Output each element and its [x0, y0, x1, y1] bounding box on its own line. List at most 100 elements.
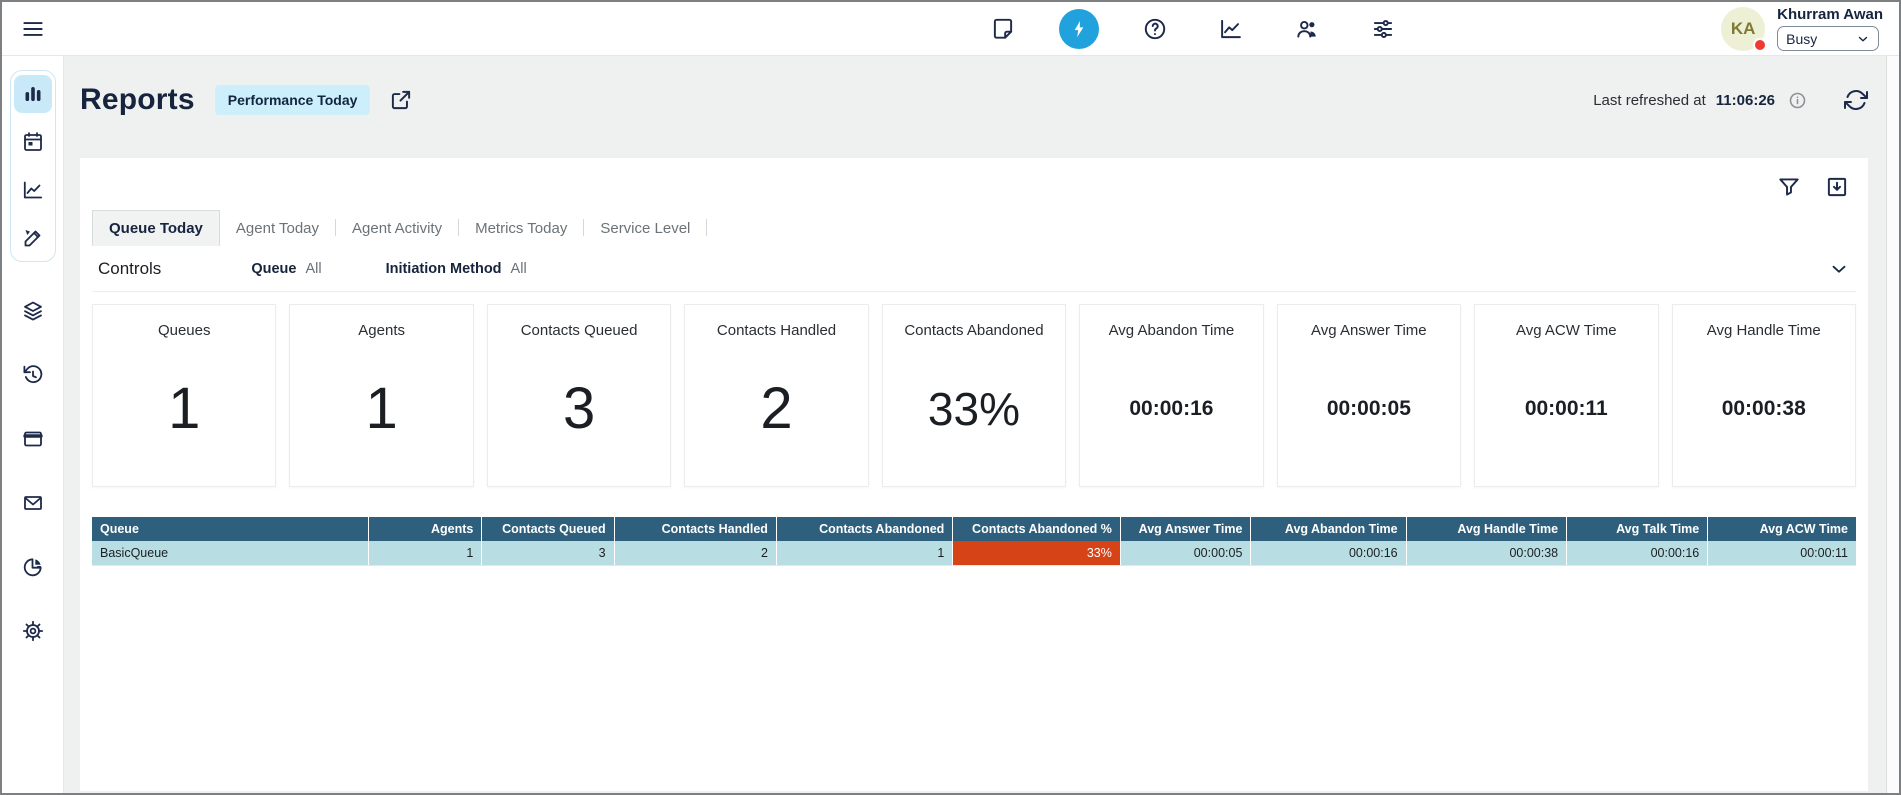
sliders-icon[interactable] [1363, 9, 1403, 49]
tab-separator [706, 219, 707, 236]
cell-avg-acw-time: 00:00:11 [1708, 541, 1856, 566]
layers-icon[interactable] [14, 292, 52, 330]
cell-avg-abandon-time: 00:00:16 [1251, 541, 1406, 566]
card-label: Avg Answer Time [1311, 322, 1427, 339]
edit-icon[interactable] [14, 219, 52, 257]
cell-contacts-abandoned: 1 [776, 541, 952, 566]
tab-label: Metrics Today [475, 220, 567, 237]
col-avg-abandon-time[interactable]: Avg Abandon Time [1251, 517, 1406, 541]
filter-value: All [511, 261, 527, 277]
initiation-method-filter[interactable]: Initiation Method All [386, 261, 527, 277]
tab-service-level[interactable]: Service Level [584, 211, 706, 246]
presence-dot [1753, 38, 1767, 52]
filter-label: Initiation Method [386, 261, 502, 277]
page-header: Reports Performance Today Last refreshed… [80, 72, 1868, 128]
metric-card-contacts-abandoned: Contacts Abandoned 33% [882, 304, 1066, 487]
metric-card-avg-abandon-time: Avg Abandon Time 00:00:16 [1079, 304, 1263, 487]
cell-agents: 1 [369, 541, 482, 566]
line-chart-icon[interactable] [14, 171, 52, 209]
topbar-icon-group [983, 9, 1403, 49]
tab-agent-today[interactable]: Agent Today [220, 211, 335, 246]
metric-card-avg-handle-time: Avg Handle Time 00:00:38 [1672, 304, 1856, 487]
card-label: Queues [158, 322, 211, 339]
sidebar [2, 56, 64, 793]
status-select[interactable]: Busy [1777, 26, 1879, 51]
col-contacts-abandoned[interactable]: Contacts Abandoned [776, 517, 952, 541]
collapse-chevron-icon[interactable] [1828, 258, 1850, 280]
report-panel: Queue Today Agent Today Agent Activity M… [80, 158, 1868, 791]
tab-metrics-today[interactable]: Metrics Today [459, 211, 583, 246]
cell-avg-handle-time: 00:00:38 [1406, 541, 1567, 566]
status-value: Busy [1786, 31, 1817, 47]
tab-agent-activity[interactable]: Agent Activity [336, 211, 458, 246]
queue-filter[interactable]: Queue All [251, 261, 321, 277]
last-refreshed-time: 11:06:26 [1716, 92, 1775, 109]
external-link-icon[interactable] [388, 87, 414, 113]
card-label: Contacts Abandoned [904, 322, 1043, 339]
col-queue[interactable]: Queue [92, 517, 369, 541]
table-header-row: Queue Agents Contacts Queued Contacts Ha… [92, 517, 1856, 541]
metric-card-agents: Agents 1 [289, 304, 473, 487]
filter-value: All [305, 261, 321, 277]
refresh-icon[interactable] [1844, 88, 1868, 112]
main-area: Reports Performance Today Last refreshed… [2, 56, 1899, 793]
scrollbar[interactable] [1886, 56, 1899, 793]
last-refreshed-label: Last refreshed at [1593, 92, 1706, 109]
user-block: Khurram Awan Busy [1777, 6, 1883, 51]
col-avg-handle-time[interactable]: Avg Handle Time [1406, 517, 1567, 541]
col-contacts-queued[interactable]: Contacts Queued [482, 517, 614, 541]
metric-card-contacts-queued: Contacts Queued 3 [487, 304, 671, 487]
col-contacts-abandoned-pct[interactable]: Contacts Abandoned % [953, 517, 1121, 541]
metric-card-queues: Queues 1 [92, 304, 276, 487]
tab-queue-today[interactable]: Queue Today [92, 210, 220, 246]
metrics-icon[interactable] [1211, 9, 1251, 49]
cell-avg-talk-time: 00:00:16 [1567, 541, 1708, 566]
filter-icon[interactable] [1776, 174, 1802, 200]
page-title: Reports [80, 83, 195, 117]
info-icon[interactable] [1787, 90, 1808, 111]
history-icon[interactable] [14, 356, 52, 394]
card-value: 00:00:16 [1129, 397, 1213, 421]
col-avg-talk-time[interactable]: Avg Talk Time [1567, 517, 1708, 541]
cell-avg-answer-time: 00:00:05 [1120, 541, 1251, 566]
tab-label: Agent Today [236, 220, 319, 237]
col-contacts-handled[interactable]: Contacts Handled [614, 517, 776, 541]
sidebar-lower-group [14, 292, 52, 650]
card-label: Agents [358, 322, 405, 339]
download-icon[interactable] [1824, 174, 1850, 200]
window-icon[interactable] [14, 420, 52, 458]
pie-chart-icon[interactable] [14, 548, 52, 586]
mail-icon[interactable] [14, 484, 52, 522]
note-icon[interactable] [983, 9, 1023, 49]
col-agents[interactable]: Agents [369, 517, 482, 541]
tab-bar: Queue Today Agent Today Agent Activity M… [92, 208, 1856, 246]
controls-title: Controls [98, 259, 161, 279]
card-label: Avg Abandon Time [1109, 322, 1235, 339]
gear-icon[interactable] [14, 612, 52, 650]
avatar-initials: KA [1731, 19, 1756, 39]
avatar[interactable]: KA [1721, 7, 1765, 51]
top-bar: KA Khurram Awan Busy [2, 2, 1899, 56]
bar-chart-icon[interactable] [14, 75, 52, 113]
help-icon[interactable] [1135, 9, 1175, 49]
card-value: 1 [366, 375, 398, 442]
users-icon[interactable] [1287, 9, 1327, 49]
refresh-area: Last refreshed at 11:06:26 [1593, 88, 1868, 112]
metric-cards: Queues 1 Agents 1 Contacts Queued 3 Cont… [92, 304, 1856, 487]
card-value: 33% [928, 382, 1020, 436]
metric-card-contacts-handled: Contacts Handled 2 [684, 304, 868, 487]
card-value: 00:00:11 [1525, 397, 1608, 421]
lightning-icon[interactable] [1059, 9, 1099, 49]
chevron-down-icon [1856, 32, 1870, 46]
user-name: Khurram Awan [1777, 6, 1883, 23]
menu-icon[interactable] [18, 14, 48, 44]
col-avg-answer-time[interactable]: Avg Answer Time [1120, 517, 1251, 541]
calendar-icon[interactable] [14, 123, 52, 161]
tab-label: Service Level [600, 220, 690, 237]
card-label: Avg ACW Time [1516, 322, 1617, 339]
col-avg-acw-time[interactable]: Avg ACW Time [1708, 517, 1856, 541]
card-value: 2 [760, 375, 792, 442]
tab-label: Queue Today [109, 220, 203, 237]
filter-label: Queue [251, 261, 296, 277]
queue-table: Queue Agents Contacts Queued Contacts Ha… [92, 517, 1856, 566]
